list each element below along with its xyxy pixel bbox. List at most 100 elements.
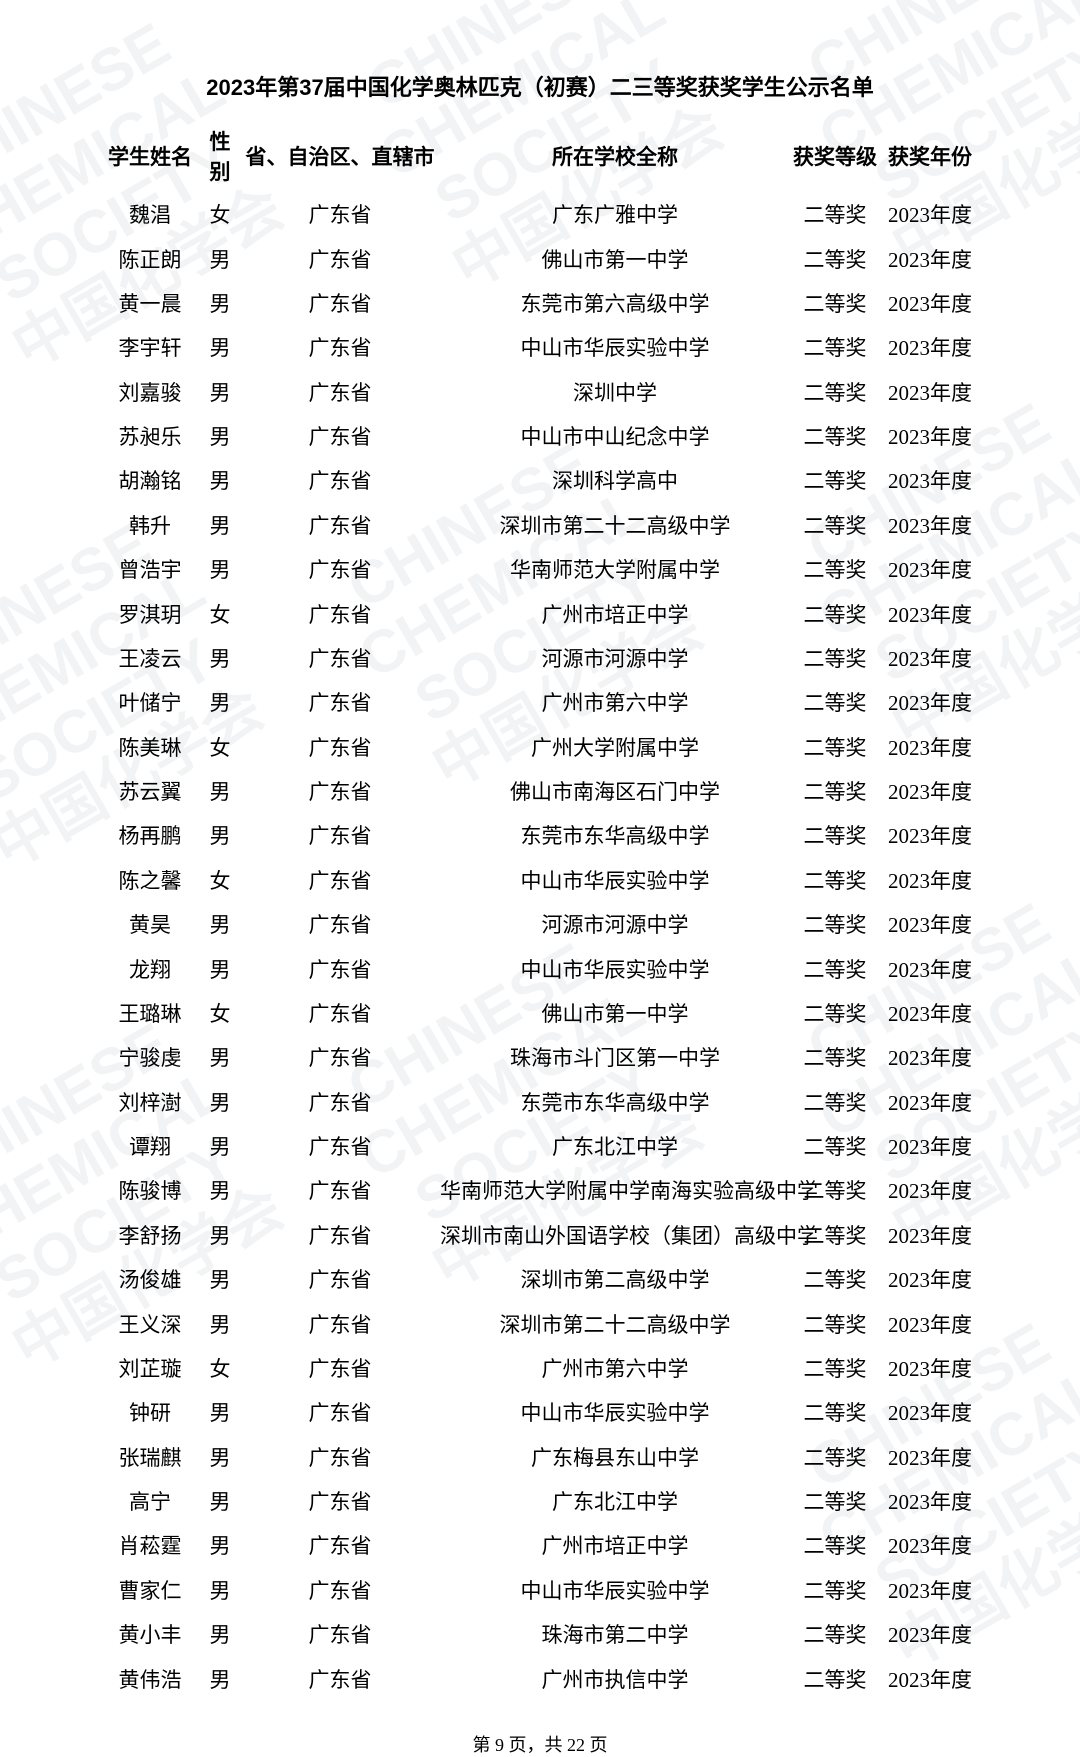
cell-year: 2023年度 bbox=[880, 370, 980, 414]
cell-year: 2023年度 bbox=[880, 991, 980, 1035]
cell-province: 广东省 bbox=[240, 1213, 440, 1257]
table-row: 汤俊雄男广东省深圳市第二高级中学二等奖2023年度 bbox=[100, 1257, 980, 1301]
cell-year: 2023年度 bbox=[880, 1124, 980, 1168]
cell-name: 杨再鹏 bbox=[100, 813, 200, 857]
cell-year: 2023年度 bbox=[880, 1523, 980, 1567]
table-row: 黄一晨男广东省东莞市第六高级中学二等奖2023年度 bbox=[100, 281, 980, 325]
cell-level: 二等奖 bbox=[790, 1257, 880, 1301]
cell-province: 广东省 bbox=[240, 547, 440, 591]
cell-school: 中山市华辰实验中学 bbox=[440, 325, 790, 369]
cell-gender: 男 bbox=[200, 1257, 240, 1301]
cell-year: 2023年度 bbox=[880, 1213, 980, 1257]
page-indicator: 第 9 页，共 22 页 bbox=[100, 1731, 980, 1757]
cell-name: 曹家仁 bbox=[100, 1568, 200, 1612]
cell-province: 广东省 bbox=[240, 813, 440, 857]
cell-province: 广东省 bbox=[240, 1257, 440, 1301]
cell-level: 二等奖 bbox=[790, 946, 880, 990]
table-row: 龙翔男广东省中山市华辰实验中学二等奖2023年度 bbox=[100, 946, 980, 990]
cell-school: 深圳中学 bbox=[440, 370, 790, 414]
cell-name: 李舒扬 bbox=[100, 1213, 200, 1257]
cell-name: 宁骏虔 bbox=[100, 1035, 200, 1079]
table-row: 黄昊男广东省河源市河源中学二等奖2023年度 bbox=[100, 902, 980, 946]
table-row: 胡瀚铭男广东省深圳科学高中二等奖2023年度 bbox=[100, 458, 980, 502]
cell-school: 广州市第六中学 bbox=[440, 680, 790, 724]
table-row: 刘芷璇女广东省广州市第六中学二等奖2023年度 bbox=[100, 1346, 980, 1390]
cell-year: 2023年度 bbox=[880, 1168, 980, 1212]
cell-name: 魏淐 bbox=[100, 192, 200, 236]
cell-gender: 女 bbox=[200, 591, 240, 635]
table-row: 李舒扬男广东省深圳市南山外国语学校（集团）高级中学二等奖2023年度 bbox=[100, 1213, 980, 1257]
table-row: 曹家仁男广东省中山市华辰实验中学二等奖2023年度 bbox=[100, 1568, 980, 1612]
cell-level: 二等奖 bbox=[790, 1523, 880, 1567]
cell-level: 二等奖 bbox=[790, 769, 880, 813]
cell-province: 广东省 bbox=[240, 1390, 440, 1434]
cell-level: 二等奖 bbox=[790, 1656, 880, 1700]
cell-year: 2023年度 bbox=[880, 1346, 980, 1390]
cell-level: 二等奖 bbox=[790, 458, 880, 502]
cell-school: 佛山市第一中学 bbox=[440, 991, 790, 1035]
cell-level: 二等奖 bbox=[790, 1124, 880, 1168]
cell-name: 黄伟浩 bbox=[100, 1656, 200, 1700]
cell-level: 二等奖 bbox=[790, 1035, 880, 1079]
cell-name: 韩升 bbox=[100, 503, 200, 547]
cell-year: 2023年度 bbox=[880, 1257, 980, 1301]
cell-school: 中山市华辰实验中学 bbox=[440, 858, 790, 902]
cell-level: 二等奖 bbox=[790, 1435, 880, 1479]
cell-gender: 男 bbox=[200, 1301, 240, 1345]
cell-school: 华南师范大学附属中学南海实验高级中学 bbox=[440, 1168, 790, 1212]
cell-gender: 女 bbox=[200, 1346, 240, 1390]
cell-province: 广东省 bbox=[240, 1479, 440, 1523]
cell-year: 2023年度 bbox=[880, 813, 980, 857]
table-row: 杨再鹏男广东省东莞市东华高级中学二等奖2023年度 bbox=[100, 813, 980, 857]
cell-name: 王义深 bbox=[100, 1301, 200, 1345]
cell-school: 广州市培正中学 bbox=[440, 591, 790, 635]
cell-year: 2023年度 bbox=[880, 680, 980, 724]
table-row: 刘梓澍男广东省东莞市东华高级中学二等奖2023年度 bbox=[100, 1080, 980, 1124]
table-row: 曾浩宇男广东省华南师范大学附属中学二等奖2023年度 bbox=[100, 547, 980, 591]
cell-gender: 男 bbox=[200, 503, 240, 547]
table-row: 王义深男广东省深圳市第二十二高级中学二等奖2023年度 bbox=[100, 1301, 980, 1345]
cell-gender: 男 bbox=[200, 813, 240, 857]
cell-school: 中山市华辰实验中学 bbox=[440, 946, 790, 990]
cell-year: 2023年度 bbox=[880, 458, 980, 502]
table-row: 苏昶乐男广东省中山市中山纪念中学二等奖2023年度 bbox=[100, 414, 980, 458]
cell-year: 2023年度 bbox=[880, 636, 980, 680]
cell-name: 王凌云 bbox=[100, 636, 200, 680]
cell-year: 2023年度 bbox=[880, 1656, 980, 1700]
cell-gender: 女 bbox=[200, 991, 240, 1035]
cell-level: 二等奖 bbox=[790, 1080, 880, 1124]
cell-year: 2023年度 bbox=[880, 547, 980, 591]
cell-name: 张瑞麒 bbox=[100, 1435, 200, 1479]
cell-school: 河源市河源中学 bbox=[440, 902, 790, 946]
cell-year: 2023年度 bbox=[880, 725, 980, 769]
table-row: 韩升男广东省深圳市第二十二高级中学二等奖2023年度 bbox=[100, 503, 980, 547]
cell-level: 二等奖 bbox=[790, 236, 880, 280]
cell-name: 苏云翼 bbox=[100, 769, 200, 813]
cell-gender: 男 bbox=[200, 1435, 240, 1479]
cell-level: 二等奖 bbox=[790, 1213, 880, 1257]
cell-province: 广东省 bbox=[240, 414, 440, 458]
cell-level: 二等奖 bbox=[790, 1568, 880, 1612]
cell-level: 二等奖 bbox=[790, 1390, 880, 1434]
cell-school: 广东北江中学 bbox=[440, 1124, 790, 1168]
cell-level: 二等奖 bbox=[790, 991, 880, 1035]
cell-province: 广东省 bbox=[240, 325, 440, 369]
cell-year: 2023年度 bbox=[880, 1479, 980, 1523]
cell-province: 广东省 bbox=[240, 1080, 440, 1124]
cell-school: 深圳市第二十二高级中学 bbox=[440, 503, 790, 547]
cell-name: 王璐琳 bbox=[100, 991, 200, 1035]
cell-level: 二等奖 bbox=[790, 1346, 880, 1390]
cell-name: 黄昊 bbox=[100, 902, 200, 946]
table-row: 魏淐女广东省广东广雅中学二等奖2023年度 bbox=[100, 192, 980, 236]
cell-year: 2023年度 bbox=[880, 192, 980, 236]
cell-school: 广东北江中学 bbox=[440, 1479, 790, 1523]
cell-year: 2023年度 bbox=[880, 1390, 980, 1434]
cell-level: 二等奖 bbox=[790, 1168, 880, 1212]
cell-province: 广东省 bbox=[240, 1656, 440, 1700]
cell-province: 广东省 bbox=[240, 370, 440, 414]
cell-province: 广东省 bbox=[240, 1035, 440, 1079]
awards-table: 学生姓名 性别 省、自治区、直辖市 所在学校全称 获奖等级 获奖年份 魏淐女广东… bbox=[100, 120, 980, 1701]
cell-school: 东莞市东华高级中学 bbox=[440, 813, 790, 857]
table-row: 王璐琳女广东省佛山市第一中学二等奖2023年度 bbox=[100, 991, 980, 1035]
cell-school: 东莞市东华高级中学 bbox=[440, 1080, 790, 1124]
